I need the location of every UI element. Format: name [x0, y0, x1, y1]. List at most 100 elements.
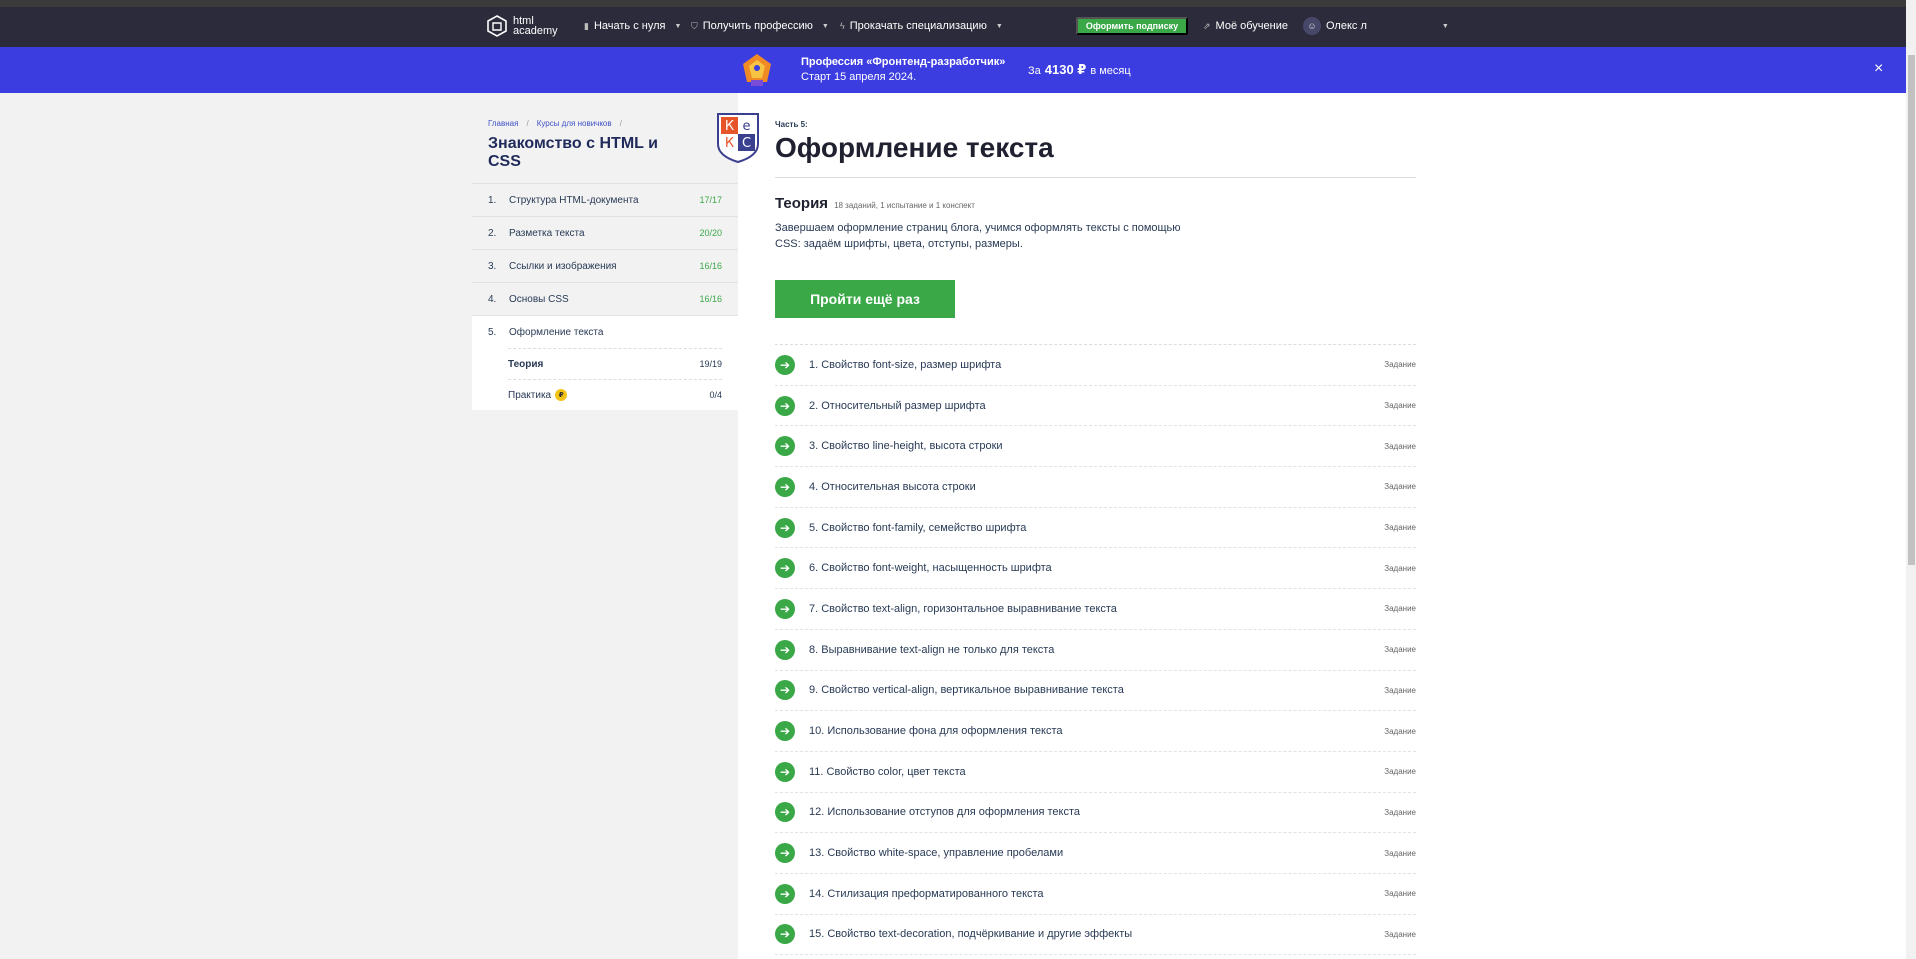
lesson-title: 5. Свойство font-family, семейство шрифт… — [809, 521, 1027, 534]
chevron-down-icon: ▼ — [1441, 22, 1449, 30]
lesson-type: Задание — [1384, 807, 1416, 817]
lesson-title: 4. Относительная высота строки — [809, 480, 976, 493]
lesson-title: 6. Свойство font-weight, насыщенность шр… — [809, 562, 1052, 575]
submodule-practice[interactable]: Практика ₽ 0/4 — [508, 379, 722, 410]
lesson-item[interactable]: ➔ 9. Свойство vertical-align, вертикально… — [775, 671, 1416, 712]
page-title: Оформление текста — [775, 132, 1054, 163]
retry-button[interactable]: Пройти ещё раз — [775, 280, 955, 318]
theory-heading: Теория 18 заданий, 1 испытание и 1 консп… — [775, 195, 975, 212]
scrollbar-thumb[interactable] — [1908, 55, 1915, 565]
breadcrumb-courses[interactable]: Курсы для новичков — [537, 119, 612, 128]
lesson-type: Задание — [1384, 441, 1416, 451]
lesson-type: Задание — [1384, 848, 1416, 858]
lesson-title: 8. Выравнивание text-align не только для… — [809, 643, 1055, 656]
promo-subtitle: Старт 15 апреля 2024. — [801, 71, 917, 83]
divider — [775, 177, 1416, 178]
breadcrumb-separator: / — [526, 119, 529, 128]
chevron-down-icon: ▼ — [995, 22, 1003, 30]
lesson-item[interactable]: ➔ 5. Свойство font-family, семейство шриф… — [775, 508, 1416, 549]
bolt-icon: ϟ — [840, 21, 845, 31]
arrow-right-icon: ➔ — [775, 924, 795, 945]
lesson-type: Задание — [1384, 482, 1416, 492]
theory-title: Теория — [775, 195, 829, 212]
module-number: 3. — [488, 260, 497, 272]
submodule-progress: 19/19 — [699, 359, 722, 369]
module-name: Структура HTML-документа — [509, 194, 639, 206]
module-item-active[interactable]: 5. Оформление текста — [472, 315, 738, 348]
my-learning-link[interactable]: ⇗ Моё обучение — [1203, 20, 1288, 32]
lesson-item[interactable]: ➔ 15. Свойство text-decoration, подчёркив… — [775, 915, 1416, 956]
lesson-item[interactable]: ➔ 7. Свойство text-align, горизонтальное … — [775, 589, 1416, 630]
price-suffix: в месяц — [1090, 65, 1131, 77]
lesson-item[interactable]: ➔ 8. Выравнивание text-align не только дл… — [775, 630, 1416, 671]
arrow-right-icon: ➔ — [775, 517, 795, 538]
lesson-item[interactable]: ➔ 10. Использование фона для оформления т… — [775, 711, 1416, 752]
arrow-right-icon: ➔ — [775, 436, 795, 457]
submodule-name: Практика — [508, 389, 552, 401]
close-icon[interactable]: × — [1874, 60, 1883, 78]
nav-label: Прокачать специализацию — [849, 20, 987, 32]
arrow-right-icon: ➔ — [775, 721, 795, 742]
lesson-item[interactable]: ➔ 4. Относительная высота строки Задание — [775, 467, 1416, 508]
lesson-title: 7. Свойство text-align, горизонтальное в… — [809, 602, 1117, 615]
promo-price: За 4130 ₽ в месяц — [1028, 62, 1131, 78]
lesson-type: Задание — [1384, 889, 1416, 899]
lesson-type: Задание — [1384, 929, 1416, 939]
nav-label: Начать с нуля — [593, 20, 666, 32]
lesson-item[interactable]: ➔ 2. Относительный размер шрифта Задание — [775, 386, 1416, 427]
user-menu[interactable]: ☺ Олекс л ▼ — [1303, 17, 1449, 35]
module-item[interactable]: 1. Структура HTML-документа 17/17 — [472, 183, 738, 216]
arrow-right-icon: ➔ — [775, 639, 795, 660]
promo-title: Профессия «Фронтенд-разработчик» — [801, 56, 1006, 68]
lesson-item[interactable]: ➔ 13. Свойство white-space, управление пр… — [775, 833, 1416, 874]
module-item[interactable]: 4. Основы CSS 16/16 — [472, 282, 738, 315]
site-header: html academy ▮ Начать с нуля ▼ ⛉ Получит… — [0, 7, 1916, 47]
submodule-list: Теория 19/19 Практика ₽ 0/4 — [472, 348, 738, 410]
nav-level-up[interactable]: ϟ Прокачать специализацию ▼ — [840, 20, 1003, 32]
avatar: ☺ — [1303, 17, 1321, 35]
lesson-type: Задание — [1384, 523, 1416, 533]
lesson-title: 1. Свойство font-size, размер шрифта — [809, 358, 1002, 371]
module-item[interactable]: 2. Разметка текста 20/20 — [472, 216, 738, 249]
lesson-title: 12. Использование отступов для оформлени… — [809, 806, 1081, 819]
lesson-item[interactable]: ➔ 1. Свойство font-size, размер шрифта Зад… — [775, 345, 1416, 386]
module-number: 5. — [488, 326, 497, 338]
theory-meta: 18 заданий, 1 испытание и 1 конспект — [834, 201, 975, 210]
lesson-title: 2. Относительный размер шрифта — [809, 399, 986, 412]
theory-description: Завершаем оформление страниц блога, учим… — [775, 222, 1181, 250]
rocket-illustration-icon — [743, 54, 771, 86]
module-number: 2. — [488, 227, 497, 239]
breadcrumb-home[interactable]: Главная — [488, 119, 518, 128]
nav-get-profession[interactable]: ⛉ Получить профессию ▼ — [691, 20, 829, 32]
arrow-right-icon: ➔ — [775, 883, 795, 904]
promo-banner[interactable]: Профессия «Фронтенд-разработчик» Старт 1… — [0, 47, 1916, 93]
lesson-type: Задание — [1384, 767, 1416, 777]
nav-start-from-zero[interactable]: ▮ Начать с нуля ▼ — [584, 20, 681, 32]
price-value: 4130 ₽ — [1044, 62, 1087, 77]
shield-letter: К — [725, 119, 734, 134]
logo-link[interactable]: html academy — [487, 15, 573, 37]
lesson-title: 15. Свойство text-decoration, подчёркива… — [809, 928, 1133, 941]
lesson-title: 14. Стилизация преформатированного текст… — [809, 887, 1044, 900]
lesson-item[interactable]: ➔ 11. Свойство color, цвет текста Задание — [775, 752, 1416, 793]
lesson-item[interactable]: ➔ 14. Стилизация преформатированного текс… — [775, 874, 1416, 915]
submodule-theory[interactable]: Теория 19/19 — [508, 348, 722, 379]
module-name: Оформление текста — [509, 326, 604, 338]
nav-label: Получить профессию — [702, 20, 813, 32]
lesson-item[interactable]: ➔ 12. Использование отступов для оформлен… — [775, 793, 1416, 834]
arrow-right-icon: ➔ — [775, 680, 795, 701]
lesson-item[interactable]: ➔ 6. Свойство font-weight, насыщенность ш… — [775, 548, 1416, 590]
lesson-item[interactable]: ➔ 3. Свойство line-height, высота строки З… — [775, 426, 1416, 468]
module-progress: 16/16 — [699, 294, 722, 304]
part-label: Часть 5: — [775, 120, 808, 129]
subscribe-button[interactable]: Оформить подписку — [1076, 17, 1188, 35]
module-item[interactable]: 3. Ссылки и изображения 16/16 — [472, 249, 738, 282]
arrow-right-icon: ➔ — [775, 354, 795, 375]
arrow-right-icon: ➔ — [775, 476, 795, 497]
bars-icon: ▮ — [584, 20, 589, 31]
module-list: 1. Структура HTML-документа 17/17 2. Раз… — [472, 183, 738, 410]
lesson-type: Задание — [1384, 360, 1416, 370]
lesson-type: Задание — [1384, 604, 1416, 614]
logo-icon — [487, 15, 507, 37]
logo-text-line2: academy — [513, 25, 558, 37]
